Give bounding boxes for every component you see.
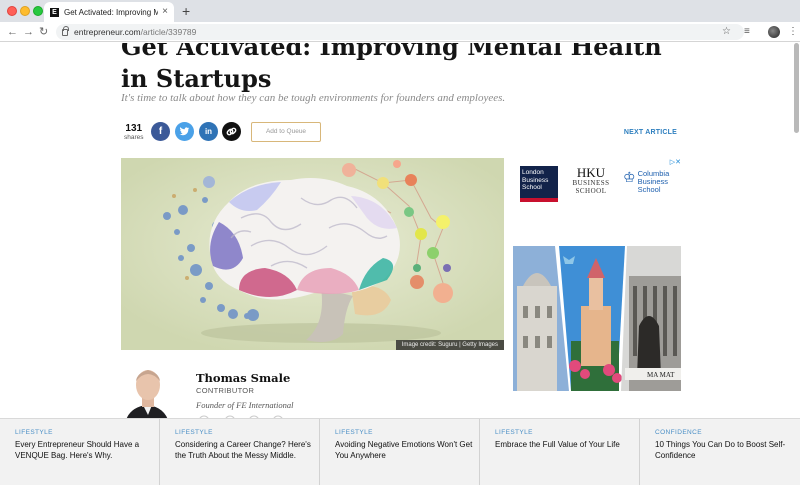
recommended-title[interactable]: 10 Things You Can Do to Boost Self-Confi…: [655, 440, 794, 461]
article-headline: Get Activated: Improving Mental Health i…: [121, 43, 662, 93]
columbia-crown-icon: ♔: [623, 169, 636, 185]
columbia-business-school-logo: ♔ Columbia Business School: [623, 170, 683, 194]
hku-logo-top: HKU: [576, 165, 606, 180]
recommended-category[interactable]: LIFESTYLE: [15, 429, 153, 436]
bookmark-star-icon[interactable]: ☆: [722, 26, 731, 38]
recommended-category[interactable]: LIFESTYLE: [175, 429, 313, 436]
copy-link-icon[interactable]: [222, 122, 241, 141]
image-credit: Image credit: Suguru | Getty Images: [395, 340, 504, 350]
adchoices-icon[interactable]: ▷✕: [670, 158, 681, 166]
author-portrait: [121, 365, 176, 423]
scrollbar-thumb[interactable]: [794, 43, 799, 133]
url-text: entrepreneur.com/article/339789: [74, 27, 196, 37]
add-to-queue-button[interactable]: Add to Queue: [251, 122, 321, 142]
columbia-logo-text: Columbia Business School: [637, 169, 670, 194]
recommended-title[interactable]: Considering a Career Change? Here's the …: [175, 440, 313, 461]
recommended-title[interactable]: Every Entrepreneur Should Have a VENQUE …: [15, 440, 153, 461]
recommended-category[interactable]: LIFESTYLE: [495, 429, 633, 436]
ad-banner-logos[interactable]: ▷✕ London Business School HKU BUSINESS S…: [513, 158, 681, 210]
browser-tab-bar: E Get Activated: Improving Menta × +: [0, 0, 800, 22]
url-host: entrepreneur.com: [74, 27, 141, 37]
lock-icon: [62, 25, 69, 36]
author-bio: Founder of FE International: [196, 400, 294, 410]
recommended-title[interactable]: Embrace the Full Value of Your Life: [495, 440, 633, 451]
twitter-share-icon[interactable]: [175, 122, 194, 141]
share-count: 131 shares: [124, 124, 144, 142]
share-count-label: shares: [124, 134, 144, 141]
ad-campus-photo[interactable]: MA MAT: [513, 246, 681, 391]
hero-brain-illustration: Image credit: Suguru | Getty Images: [121, 158, 504, 350]
author-avatar[interactable]: [121, 365, 176, 423]
back-arrow-icon[interactable]: ←: [7, 25, 18, 39]
browser-toolbar: ← → ↻ entrepreneur.com/article/339789 ☆ …: [0, 22, 800, 42]
next-article-link[interactable]: NEXT ARTICLE: [624, 129, 677, 136]
address-bar[interactable]: entrepreneur.com/article/339789: [56, 24, 744, 40]
forward-arrow-icon[interactable]: →: [23, 25, 34, 39]
recommended-article[interactable]: CONFIDENCE 10 Things You Can Do to Boost…: [640, 419, 800, 485]
reload-icon[interactable]: ↻: [39, 25, 48, 39]
recommended-article[interactable]: LIFESTYLE Embrace the Full Value of Your…: [480, 419, 640, 485]
new-tab-button[interactable]: +: [182, 3, 190, 19]
tab-close-icon[interactable]: ×: [162, 7, 168, 17]
recommended-articles-bar: LIFESTYLE Every Entrepreneur Should Have…: [0, 418, 800, 485]
hku-business-school-logo: HKU BUSINESS SCHOOL: [569, 166, 613, 195]
minimize-window-button[interactable]: [20, 6, 30, 16]
facebook-share-icon[interactable]: f: [151, 122, 170, 141]
campus-sign-text: MA MAT: [647, 371, 675, 379]
london-business-school-logo: London Business School: [520, 166, 558, 202]
recommended-category[interactable]: CONFIDENCE: [655, 429, 794, 436]
share-count-number: 131: [125, 123, 143, 134]
recommended-category[interactable]: LIFESTYLE: [335, 429, 473, 436]
recommended-title[interactable]: Avoiding Negative Emotions Won't Get You…: [335, 440, 473, 461]
author-role: CONTRIBUTOR: [196, 386, 255, 395]
profile-avatar-icon[interactable]: [768, 26, 780, 38]
hku-logo-bottom: BUSINESS SCHOOL: [572, 179, 610, 195]
recommended-article[interactable]: LIFESTYLE Considering a Career Change? H…: [160, 419, 320, 485]
recommended-article[interactable]: LIFESTYLE Avoiding Negative Emotions Won…: [320, 419, 480, 485]
recommended-article[interactable]: LIFESTYLE Every Entrepreneur Should Have…: [0, 419, 160, 485]
fullscreen-window-button[interactable]: [33, 6, 43, 16]
tab-title: Get Activated: Improving Menta: [64, 7, 159, 17]
campus-collage: MA MAT: [513, 246, 681, 391]
close-window-button[interactable]: [7, 6, 17, 16]
linkedin-share-icon[interactable]: in: [199, 122, 218, 141]
author-name[interactable]: Thomas Smale: [196, 371, 290, 385]
url-path: /article/339789: [140, 27, 197, 37]
entrepreneur-favicon-icon: E: [50, 7, 59, 17]
reading-list-icon[interactable]: ≡: [744, 26, 750, 38]
brain-artwork: [121, 158, 504, 350]
menu-kebab-icon[interactable]: ⋮: [788, 26, 798, 38]
browser-tab[interactable]: E Get Activated: Improving Menta ×: [44, 2, 174, 22]
article-subhead: It's time to talk about how they can be …: [121, 92, 506, 104]
share-bar: 131 shares f in Add to Queue NEXT ARTICL…: [121, 121, 681, 145]
